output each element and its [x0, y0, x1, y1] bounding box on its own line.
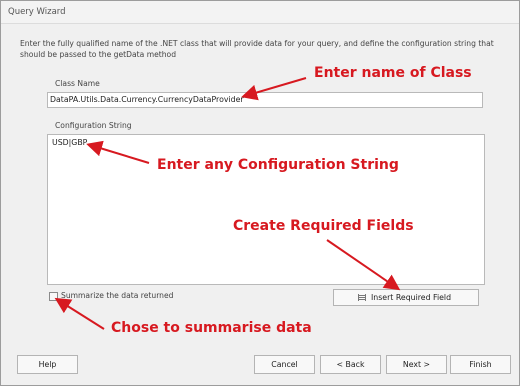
next-button[interactable]: Next > [386, 355, 447, 374]
instructions-text: Enter the fully qualified name of the .N… [20, 39, 494, 59]
summarize-label[interactable]: Summarize the data returned [61, 291, 174, 300]
cancel-button[interactable]: Cancel [254, 355, 315, 374]
annotation-class: Enter name of Class [314, 65, 472, 81]
help-button[interactable]: Help [17, 355, 78, 374]
title-bar: Query Wizard [1, 1, 519, 24]
finish-button[interactable]: Finish [450, 355, 511, 374]
insert-required-field-button[interactable]: Insert Required Field [333, 289, 479, 306]
class-name-input[interactable]: DataPA.Utils.Data.Currency.CurrencyDataP… [47, 92, 483, 108]
table-insert-icon [358, 294, 366, 301]
annotation-summarise: Chose to summarise data [111, 320, 312, 336]
insert-required-field-label: Insert Required Field [371, 293, 452, 302]
annotation-configuration: Enter any Configuration String [157, 157, 399, 173]
class-name-label: Class Name [55, 79, 100, 88]
window-title: Query Wizard [8, 7, 66, 17]
back-button[interactable]: < Back [320, 355, 381, 374]
summarize-checkbox[interactable] [49, 292, 58, 301]
configuration-string-label: Configuration String [55, 121, 132, 130]
annotation-required-fields: Create Required Fields [233, 218, 414, 234]
